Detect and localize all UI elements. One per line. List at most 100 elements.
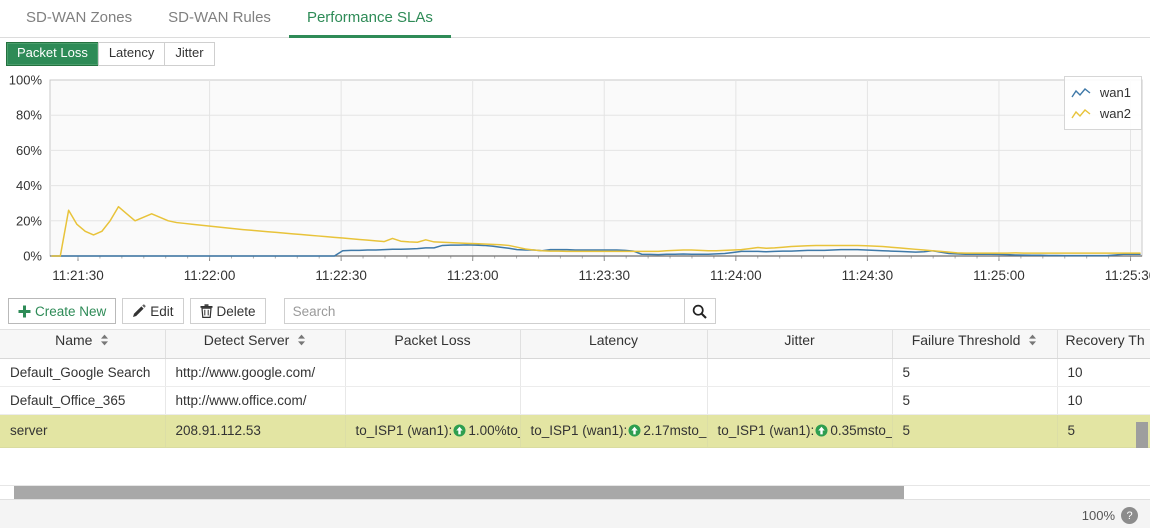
cell-failure-threshold: 5 bbox=[892, 386, 1057, 414]
metric-entry: to_ISP2 (wan2):2.00% bbox=[507, 421, 520, 441]
column-header-latency[interactable]: Latency bbox=[520, 329, 707, 358]
table-body: Default_Google Searchhttp://www.google.c… bbox=[0, 358, 1150, 447]
metric-entry: to_ISP1 (wan1):1.00% bbox=[356, 421, 507, 441]
status-bar: 100% ? bbox=[0, 499, 1150, 528]
metric-member-label: to_ISP2 (wan2): bbox=[875, 421, 892, 441]
cell-packet-loss bbox=[345, 358, 520, 386]
zoom-level-label: 100% bbox=[1082, 508, 1115, 523]
metric-button-jitter[interactable]: Jitter bbox=[164, 42, 214, 66]
row-jitter: to_ISP1 (wan1):0.35msto_ISP2 (wan2):0.56… bbox=[718, 421, 882, 441]
tab-sd-wan-rules[interactable]: SD-WAN Rules bbox=[150, 10, 289, 38]
column-label-recovery-threshold: Recovery Th bbox=[1066, 332, 1145, 348]
cell-name: Default_Office_365 bbox=[0, 386, 165, 414]
svg-text:11:22:30: 11:22:30 bbox=[315, 268, 367, 283]
row-detect-server: http://www.google.com/ bbox=[176, 365, 316, 380]
svg-text:11:24:00: 11:24:00 bbox=[710, 268, 762, 283]
cell-failure-threshold: 5 bbox=[892, 358, 1057, 386]
metric-member-label: to_ISP1 (wan1): bbox=[531, 421, 628, 441]
metric-value: 1.00% bbox=[468, 421, 506, 441]
table-vertical-scrollbar-thumb[interactable] bbox=[1136, 422, 1148, 448]
cell-latency bbox=[520, 358, 707, 386]
row-detect-server: http://www.office.com/ bbox=[176, 393, 307, 408]
help-icon[interactable]: ? bbox=[1121, 507, 1138, 524]
cell-recovery-threshold: 10 bbox=[1057, 358, 1150, 386]
table-toolbar: Create New Edit Delete bbox=[0, 293, 1150, 329]
metric-button-latency[interactable]: Latency bbox=[98, 42, 165, 66]
row-failure-threshold: 5 bbox=[903, 423, 911, 438]
svg-text:11:23:00: 11:23:00 bbox=[447, 268, 499, 283]
legend-label-wan2: wan2 bbox=[1100, 106, 1131, 121]
table-row[interactable]: Default_Office_365 http://www.office.com/… bbox=[0, 386, 1150, 414]
cell-jitter: to_ISP1 (wan1):0.35msto_ISP2 (wan2):0.56… bbox=[707, 414, 892, 447]
row-detect-server: 208.91.112.53 bbox=[176, 423, 261, 438]
table-row[interactable]: Default_Google Searchhttp://www.google.c… bbox=[0, 358, 1150, 386]
metric-button-group: Packet Loss Latency Jitter bbox=[6, 42, 215, 66]
pencil-icon bbox=[132, 304, 146, 318]
chart-legend: wan1 wan2 bbox=[1064, 76, 1142, 130]
column-label-detect-server: Detect Server bbox=[204, 332, 290, 348]
row-failure-threshold: 5 bbox=[903, 365, 911, 380]
search-button[interactable] bbox=[684, 298, 716, 324]
edit-button[interactable]: Edit bbox=[122, 298, 183, 324]
svg-text:11:25:30: 11:25:30 bbox=[1105, 268, 1150, 283]
column-header-failure-threshold[interactable]: Failure Threshold bbox=[892, 329, 1057, 358]
tab-sd-wan-zones[interactable]: SD-WAN Zones bbox=[8, 10, 150, 38]
column-header-jitter[interactable]: Jitter bbox=[707, 329, 892, 358]
cell-detect-server: 208.91.112.53 bbox=[165, 414, 345, 447]
metric-entry: to_ISP2 (wan2):0.56ms bbox=[875, 421, 892, 441]
search-group bbox=[284, 298, 716, 324]
toolbar-divider bbox=[272, 300, 274, 322]
legend-item-wan2[interactable]: wan2 bbox=[1071, 103, 1131, 124]
svg-text:20%: 20% bbox=[16, 213, 42, 228]
cell-name: server bbox=[0, 414, 165, 447]
metric-entry: to_ISP1 (wan1): 2.17ms bbox=[531, 421, 688, 441]
row-recovery-threshold: 5 bbox=[1068, 423, 1076, 438]
edit-label: Edit bbox=[150, 304, 173, 319]
legend-label-wan1: wan1 bbox=[1100, 85, 1131, 100]
tab-performance-slas[interactable]: Performance SLAs bbox=[289, 10, 451, 38]
column-label-name: Name bbox=[55, 332, 92, 348]
svg-text:11:25:00: 11:25:00 bbox=[973, 268, 1025, 283]
chart-canvas: 0%20%40%60%80%100%11:21:3011:22:0011:22:… bbox=[0, 68, 1150, 293]
table-horizontal-scrollbar[interactable] bbox=[0, 485, 1150, 499]
svg-text:80%: 80% bbox=[16, 108, 42, 123]
status-up-arrow-icon bbox=[815, 424, 828, 437]
metric-member-label: to_ISP1 (wan1): bbox=[718, 421, 815, 441]
metric-entry: to_ISP1 (wan1):0.35ms bbox=[718, 421, 875, 441]
status-up-arrow-icon bbox=[453, 424, 466, 437]
column-label-jitter: Jitter bbox=[784, 332, 814, 348]
column-header-detect-server[interactable]: Detect Server bbox=[165, 329, 345, 358]
metric-button-packet-loss[interactable]: Packet Loss bbox=[6, 42, 98, 66]
metric-value: 2.17ms bbox=[643, 421, 687, 441]
svg-text:11:22:00: 11:22:00 bbox=[184, 268, 236, 283]
search-input[interactable] bbox=[284, 298, 684, 324]
performance-sla-table: Name Detect Server Packet Loss Latency bbox=[0, 329, 1150, 448]
metric-member-label: to_ISP2 (wan2): bbox=[507, 421, 520, 441]
cell-failure-threshold: 5 bbox=[892, 414, 1057, 447]
wan2-line-icon bbox=[1071, 108, 1091, 120]
svg-text:11:24:30: 11:24:30 bbox=[842, 268, 894, 283]
svg-text:11:23:30: 11:23:30 bbox=[578, 268, 630, 283]
performance-sla-table-container: Name Detect Server Packet Loss Latency bbox=[0, 329, 1150, 485]
row-packet-loss: to_ISP1 (wan1):1.00%to_ISP2 (wan2):2.00% bbox=[356, 421, 510, 441]
sort-arrows-icon bbox=[297, 334, 306, 346]
table-horizontal-scrollbar-thumb[interactable] bbox=[14, 486, 904, 499]
column-header-name[interactable]: Name bbox=[0, 329, 165, 358]
main-tab-bar: SD-WAN Zones SD-WAN Rules Performance SL… bbox=[0, 0, 1150, 38]
row-recovery-threshold: 10 bbox=[1068, 365, 1083, 380]
column-header-packet-loss[interactable]: Packet Loss bbox=[345, 329, 520, 358]
search-icon bbox=[692, 304, 707, 319]
delete-button[interactable]: Delete bbox=[190, 298, 266, 324]
column-header-recovery-threshold[interactable]: Recovery Th bbox=[1057, 329, 1150, 358]
cell-packet-loss bbox=[345, 386, 520, 414]
cell-jitter bbox=[707, 358, 892, 386]
legend-item-wan1[interactable]: wan1 bbox=[1071, 82, 1131, 103]
svg-text:100%: 100% bbox=[9, 73, 43, 88]
row-failure-threshold: 5 bbox=[903, 393, 911, 408]
create-new-button[interactable]: Create New bbox=[8, 298, 116, 324]
table-row[interactable]: server208.91.112.53to_ISP1 (wan1):1.00%t… bbox=[0, 414, 1150, 447]
row-name: Default_Office_365 bbox=[10, 393, 125, 408]
column-label-latency: Latency bbox=[589, 332, 638, 348]
svg-text:40%: 40% bbox=[16, 178, 42, 193]
wan1-line-icon bbox=[1071, 87, 1091, 99]
